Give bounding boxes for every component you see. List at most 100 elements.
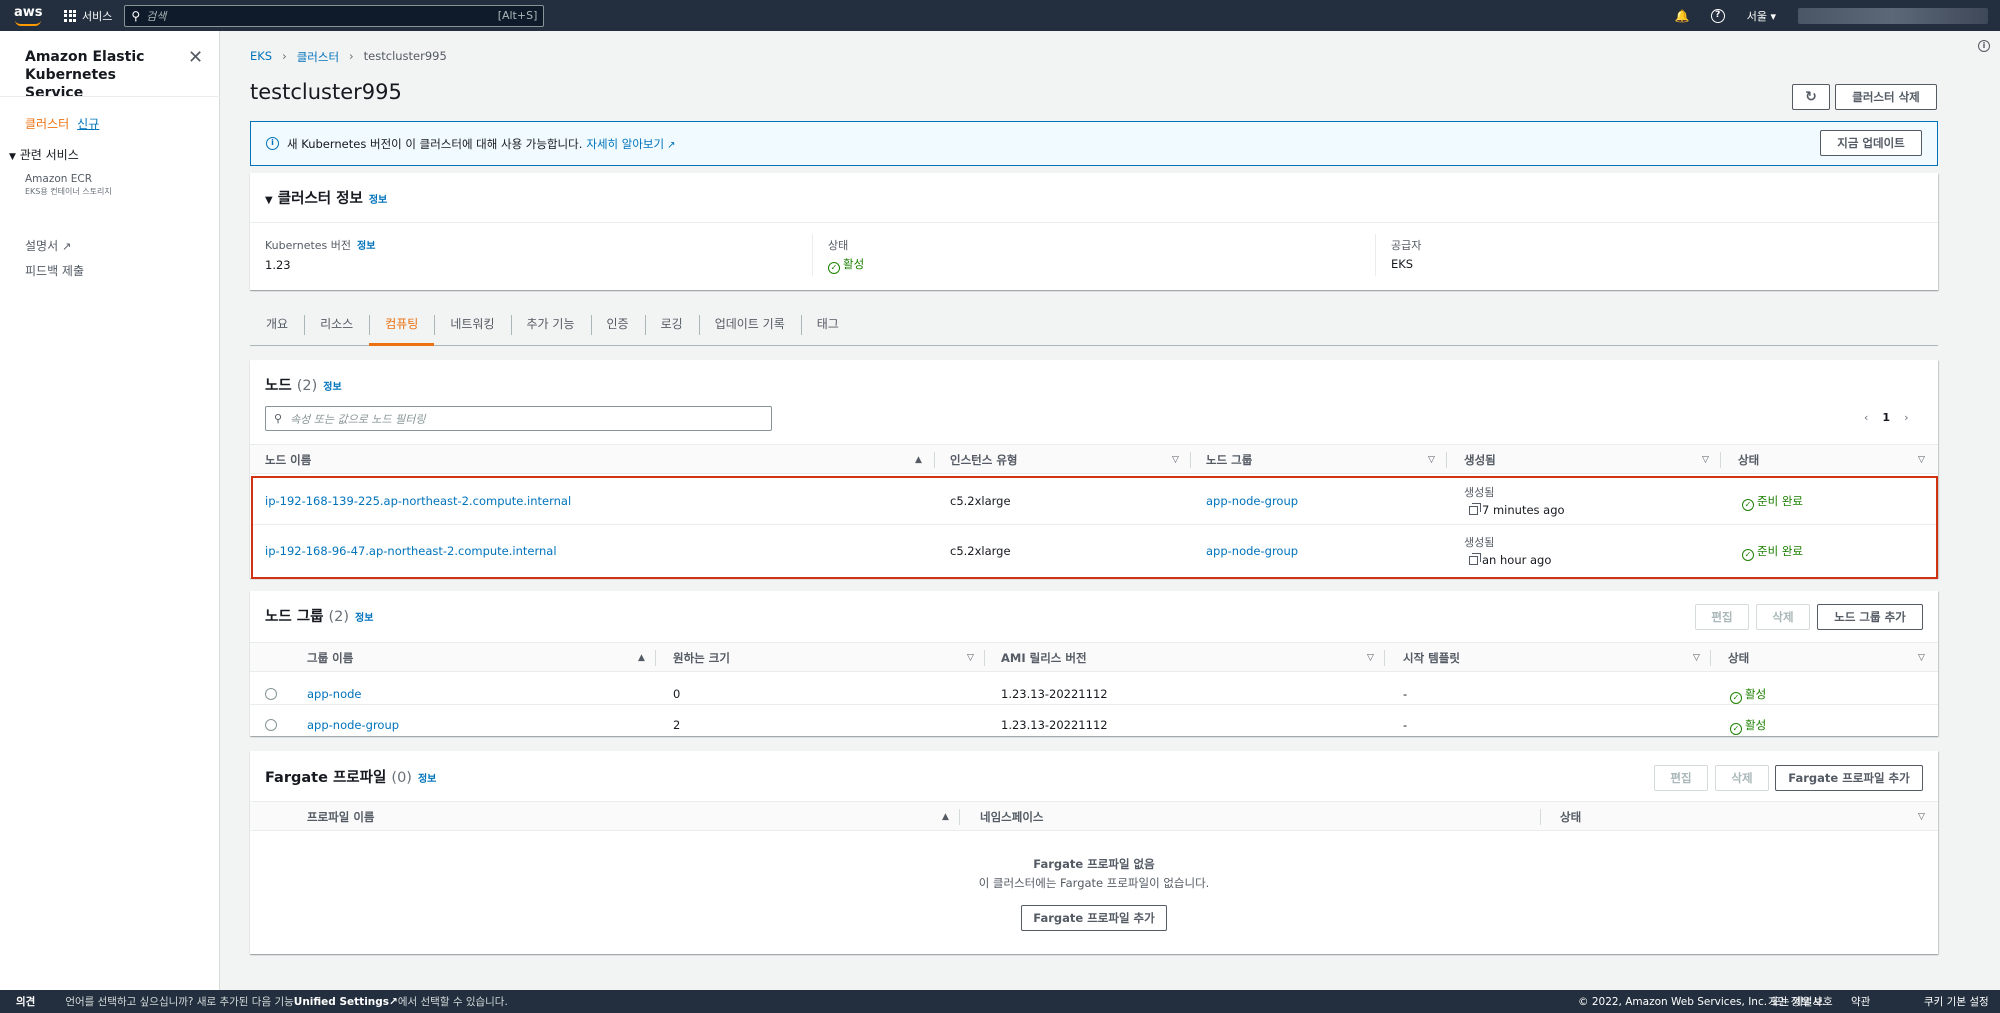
sort-icon[interactable]: ▽ [1918, 802, 1925, 832]
sort-ascending-icon[interactable]: ▲ [915, 445, 922, 475]
add-fargate-profile-button[interactable]: Fargate 프로파일 추가 [1775, 765, 1923, 791]
sidebar-item-ecr[interactable]: Amazon ECR [25, 173, 92, 185]
column-header-namespace[interactable]: 네임스페이스 [980, 802, 1043, 832]
update-now-button[interactable]: 지금 업데이트 [1820, 130, 1922, 156]
column-header-status[interactable]: 상태 [1728, 643, 1749, 673]
column-header-ami-version[interactable]: AMI 릴리스 버전 [1001, 643, 1087, 673]
node-group-radio[interactable] [265, 688, 277, 700]
sidebar-item-documentation[interactable]: 설명서 ↗ [25, 237, 71, 254]
tab-tags[interactable]: 태그 [800, 303, 855, 346]
sort-icon[interactable]: ▽ [1918, 445, 1925, 475]
sidebar-item-clusters[interactable]: 클러스터 신규 [25, 115, 99, 132]
cookie-preferences-link[interactable]: 쿠키 기본 설정 [1924, 994, 1989, 1009]
tab-logging[interactable]: 로깅 [644, 303, 699, 346]
info-icon: i [266, 137, 279, 150]
edit-fargate-profile-button[interactable]: 편집 [1654, 765, 1708, 791]
chevron-right-icon[interactable]: › [1904, 411, 1908, 424]
delete-fargate-profile-button[interactable]: 삭제 [1715, 765, 1769, 791]
nodes-table-header: 노드 이름 ▲ 인스턴스 유형 ▽ 노드 그룹 ▽ 생성됨 ▽ 상태 ▽ [250, 444, 1938, 474]
sort-icon[interactable]: ▽ [1702, 445, 1709, 475]
notifications-bell-icon[interactable]: 🔔 [1675, 9, 1690, 23]
unified-settings-link[interactable]: Unified Settings↗ [294, 996, 398, 1008]
services-menu-button[interactable]: 서비스 [64, 8, 112, 24]
node-group-desired-size: 0 [673, 687, 681, 701]
sidebar-item-feedback[interactable]: 피드백 제출 [25, 262, 84, 279]
info-link[interactable]: 정보 [369, 195, 387, 206]
chevron-left-icon[interactable]: ‹ [1864, 411, 1868, 424]
account-menu[interactable] [1798, 7, 1988, 24]
tab-add-ons[interactable]: 추가 기능 [510, 303, 591, 346]
breadcrumb-eks[interactable]: EKS [250, 49, 272, 65]
node-group-desired-size: 2 [673, 718, 681, 732]
aws-logo[interactable]: aws [10, 4, 54, 28]
sort-ascending-icon[interactable]: ▲ [638, 643, 645, 673]
info-panel-icon[interactable]: i [1978, 40, 1990, 52]
column-header-launch-template[interactable]: 시작 템플릿 [1403, 643, 1460, 673]
column-header-status[interactable]: 상태 [1738, 445, 1759, 475]
sort-icon[interactable]: ▽ [1172, 445, 1179, 475]
aws-smile-icon [15, 20, 41, 26]
terms-link[interactable]: 약관 [1851, 994, 1870, 1009]
info-link[interactable]: 정보 [357, 241, 375, 252]
kubernetes-version-label: Kubernetes 버전 정보 [265, 239, 376, 252]
sort-ascending-icon[interactable]: ▲ [942, 802, 949, 832]
tab-compute[interactable]: 컴퓨팅 [369, 303, 435, 346]
help-icon[interactable]: ? [1710, 8, 1725, 23]
chevron-right-icon: › [349, 49, 354, 63]
close-icon[interactable]: ✕ [188, 47, 203, 68]
column-header-created[interactable]: 생성됨 [1464, 445, 1496, 475]
pagination: ‹ 1 › [1864, 411, 1908, 424]
node-filter-input[interactable]: ⚲ 속성 또는 값으로 노드 필터링 [265, 406, 772, 431]
node-groups-panel: 노드 그룹 (2) 정보 편집 삭제 노드 그룹 추가 그룹 이름 ▲ 원하는 크… [250, 591, 1938, 736]
tab-resources[interactable]: 리소스 [304, 303, 369, 346]
tab-overview[interactable]: 개요 [250, 303, 304, 346]
nodes-header: 노드 (2) 정보 [265, 378, 342, 394]
breadcrumb-clusters[interactable]: 클러스터 [297, 49, 339, 65]
feedback-link[interactable]: 의견 [16, 994, 35, 1009]
sort-icon[interactable]: ▽ [1367, 643, 1374, 673]
column-header-profile-name[interactable]: 프로파일 이름 [307, 802, 374, 832]
refresh-button[interactable]: ↻ [1792, 84, 1830, 110]
related-services-toggle[interactable]: ▼ 관련 서비스 [9, 146, 79, 163]
cluster-info-panel: ▼ 클러스터 정보 정보 Kubernetes 버전 정보 1.23 상태 ✓ 활성 … [250, 173, 1938, 290]
node-group-ami-version: 1.23.13-20221112 [1001, 718, 1108, 732]
chevron-right-icon: › [282, 49, 287, 63]
node-group-radio[interactable] [265, 719, 277, 731]
info-link[interactable]: 정보 [323, 382, 341, 393]
column-header-status[interactable]: 상태 [1560, 802, 1581, 832]
node-group-status-badge: ✓ 활성 [1730, 686, 1766, 704]
region-selector[interactable]: 서울 ▾ [1747, 8, 1776, 24]
edit-node-group-button[interactable]: 편집 [1695, 604, 1749, 630]
divider [934, 452, 935, 468]
node-group-name-link[interactable]: app-node-group [307, 718, 399, 732]
divider [655, 650, 656, 666]
learn-more-link[interactable]: 자세히 알아보기 ↗ [586, 136, 675, 152]
column-header-node-group[interactable]: 노드 그룹 [1206, 445, 1252, 475]
info-link[interactable]: 정보 [355, 613, 373, 624]
column-header-group-name[interactable]: 그룹 이름 [307, 643, 353, 673]
sort-icon[interactable]: ▽ [1693, 643, 1700, 673]
tab-update-history[interactable]: 업데이트 기록 [698, 303, 801, 346]
sort-icon[interactable]: ▽ [1918, 643, 1925, 673]
divider [959, 809, 960, 825]
service-title[interactable]: Amazon Elastic Kubernetes Service [25, 48, 175, 102]
search-input[interactable]: ⚲ 검색 [Alt+S] [124, 4, 545, 27]
sort-icon[interactable]: ▽ [1428, 445, 1435, 475]
add-node-group-button[interactable]: 노드 그룹 추가 [1817, 604, 1923, 630]
cluster-info-header[interactable]: ▼ 클러스터 정보 정보 [265, 187, 387, 208]
page-number[interactable]: 1 [1882, 411, 1890, 424]
sort-icon[interactable]: ▽ [967, 643, 974, 673]
delete-cluster-button[interactable]: 클러스터 삭제 [1835, 84, 1937, 110]
empty-state-description: 이 클러스터에는 Fargate 프로파일이 없습니다. [978, 876, 1210, 890]
delete-node-group-button[interactable]: 삭제 [1756, 604, 1810, 630]
info-link[interactable]: 정보 [418, 774, 436, 785]
column-header-instance-type[interactable]: 인스턴스 유형 [950, 445, 1017, 475]
tab-authentication[interactable]: 인증 [590, 303, 645, 346]
node-group-name-link[interactable]: app-node [307, 687, 362, 701]
tab-networking[interactable]: 네트워킹 [434, 303, 510, 346]
column-header-node-name[interactable]: 노드 이름 [265, 445, 311, 475]
footer: 의견 언어를 선택하고 싶으십니까? 새로 추가된 다음 기능Unified S… [0, 990, 2000, 1013]
empty-add-fargate-profile-button[interactable]: Fargate 프로파일 추가 [1021, 905, 1167, 931]
column-header-desired-size[interactable]: 원하는 크기 [673, 643, 730, 673]
privacy-link[interactable]: 개인 정보 보호 [1768, 994, 1833, 1009]
